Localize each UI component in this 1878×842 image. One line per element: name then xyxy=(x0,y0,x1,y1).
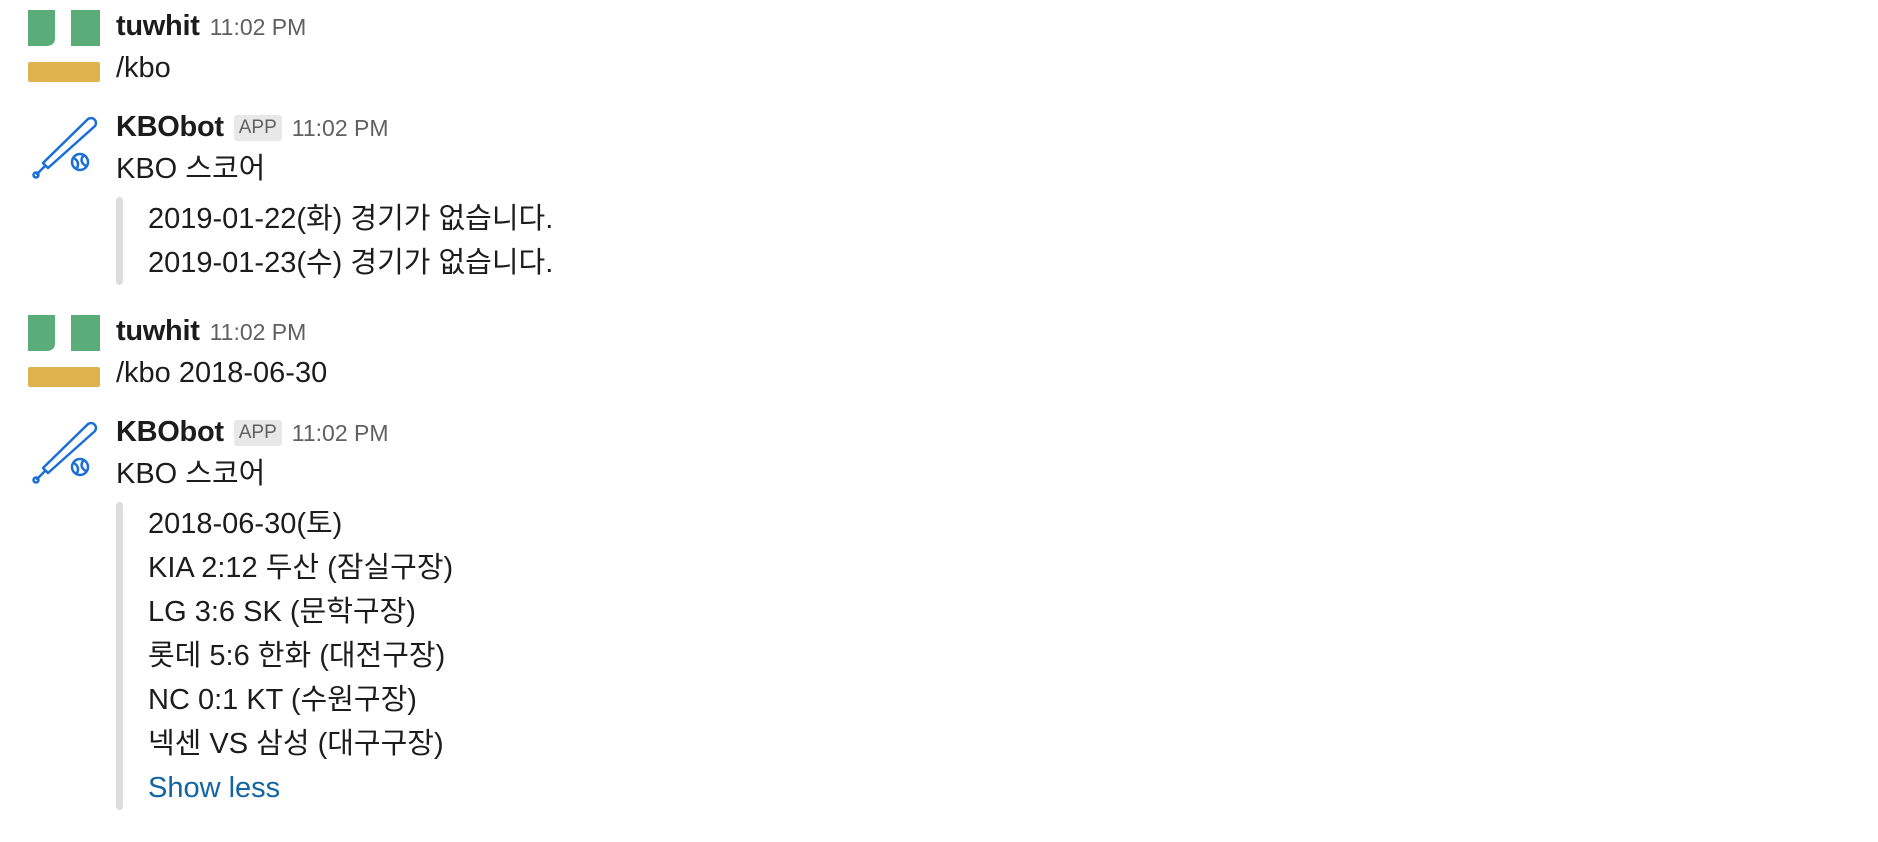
attachment-line: NC 0:1 KT (수원구장) xyxy=(148,684,417,716)
attachment-line: 2019-01-22(화) 경기가 없습니다. xyxy=(148,203,554,235)
attachment-line: 넥센 VS 삼성 (대구구장) xyxy=(148,728,444,760)
attachment-line: 2019-01-23(수) 경기가 없습니다. xyxy=(148,247,554,279)
show-less-row: Show less xyxy=(148,766,1878,810)
message-timestamp[interactable]: 11:02 PM xyxy=(210,14,307,41)
attachment-line: 롯데 5:6 한화 (대전구장) xyxy=(148,640,446,672)
attachment-bar xyxy=(116,502,123,810)
sender-name[interactable]: tuwhit xyxy=(116,10,200,43)
message-attachment: 2019-01-22(화) 경기가 없습니다. 2019-01-23(수) 경기… xyxy=(116,197,1878,285)
message-item: tuwhit 11:02 PM /kbo 2018-06-30 xyxy=(0,315,1878,395)
show-less-link[interactable]: Show less xyxy=(148,772,280,804)
message-header: KBObot APP 11:02 PM xyxy=(116,111,1878,147)
message-text: KBO 스코어 xyxy=(116,153,266,185)
message-timestamp[interactable]: 11:02 PM xyxy=(292,115,389,142)
message-text: /kbo 2018-06-30 xyxy=(116,357,328,389)
message-content: KBObot APP 11:02 PM KBO 스코어 2018-06-30(토… xyxy=(116,416,1878,810)
attachment-line: 2018-06-30(토) xyxy=(148,508,343,540)
message-item: KBObot APP 11:02 PM KBO 스코어 2018-06-30(토… xyxy=(0,416,1878,836)
message-timestamp[interactable]: 11:02 PM xyxy=(292,420,389,447)
message-header: tuwhit 11:02 PM xyxy=(116,315,1878,351)
user-avatar[interactable] xyxy=(28,315,100,387)
user-avatar[interactable] xyxy=(28,10,100,82)
baseball-bat-icon xyxy=(32,421,98,484)
message-header: tuwhit 11:02 PM xyxy=(116,10,1878,46)
bot-avatar[interactable] xyxy=(28,416,100,488)
message-item: KBObot APP 11:02 PM KBO 스코어 2019-01-22(화… xyxy=(0,111,1878,301)
message-text: KBO 스코어 xyxy=(116,458,266,490)
message-text: /kbo xyxy=(116,52,171,84)
message-attachment: 2018-06-30(토) KIA 2:12 두산 (잠실구장) LG 3:6 … xyxy=(116,502,1878,810)
identicon-avatar-icon xyxy=(28,10,100,82)
sender-name[interactable]: tuwhit xyxy=(116,315,200,348)
bot-avatar[interactable] xyxy=(28,111,100,183)
sender-name[interactable]: KBObot xyxy=(116,111,224,144)
sender-name[interactable]: KBObot xyxy=(116,416,224,449)
baseball-bat-icon xyxy=(32,116,98,179)
identicon-avatar-icon xyxy=(28,315,100,387)
app-badge: APP xyxy=(233,420,282,446)
message-content: KBObot APP 11:02 PM KBO 스코어 2019-01-22(화… xyxy=(116,111,1878,285)
attachment-bar xyxy=(116,197,123,285)
attachment-line: KIA 2:12 두산 (잠실구장) xyxy=(148,552,454,584)
message-content: tuwhit 11:02 PM /kbo 2018-06-30 xyxy=(116,315,1878,395)
attachment-line: LG 3:6 SK (문학구장) xyxy=(148,596,416,628)
message-content: tuwhit 11:02 PM /kbo xyxy=(116,10,1878,90)
message-timestamp[interactable]: 11:02 PM xyxy=(210,319,307,346)
app-badge: APP xyxy=(233,115,282,141)
message-header: KBObot APP 11:02 PM xyxy=(116,416,1878,452)
message-item: tuwhit 11:02 PM /kbo xyxy=(0,10,1878,90)
